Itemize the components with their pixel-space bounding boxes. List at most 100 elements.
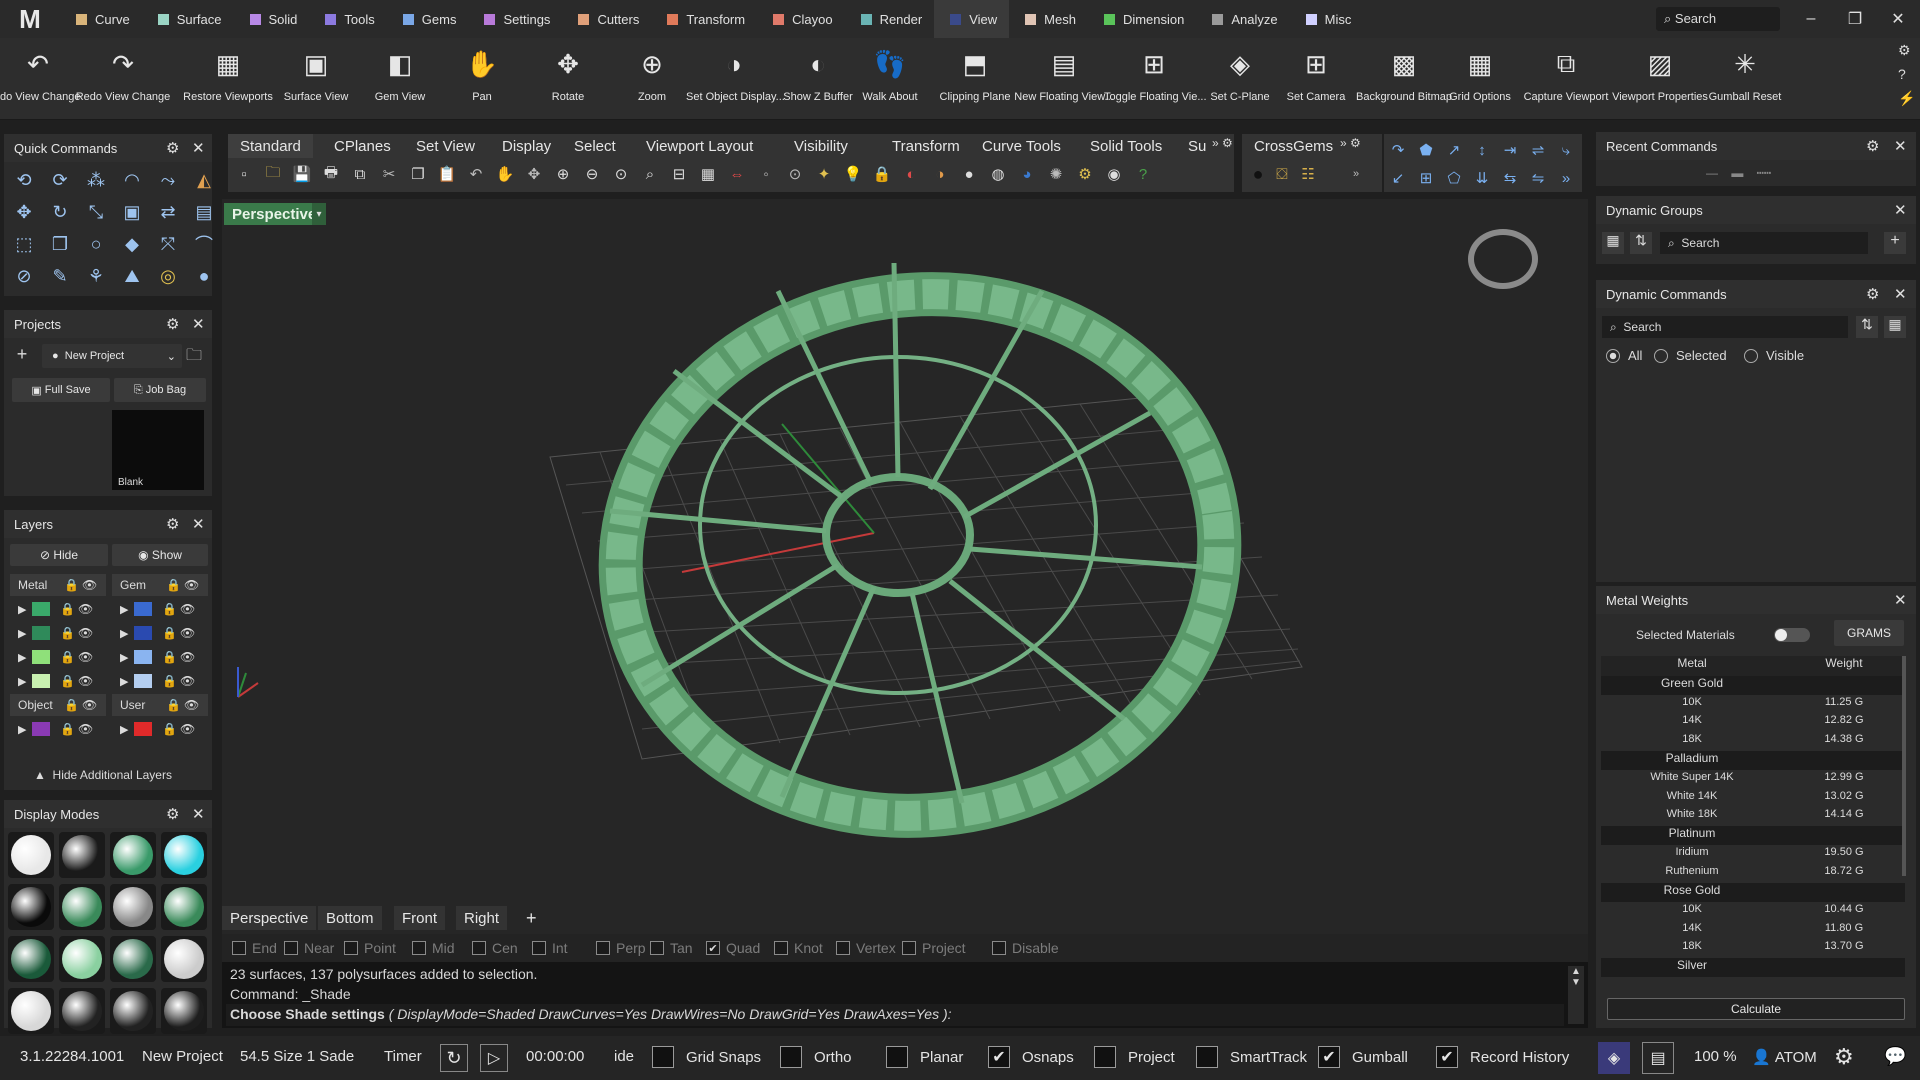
toolbar-icon-19[interactable]: ⊙ — [785, 164, 805, 184]
radio-selected[interactable]: Selected — [1654, 348, 1727, 363]
osnap-checkbox[interactable] — [412, 941, 426, 955]
layer-group-user[interactable]: User 🔒 👁 — [112, 694, 208, 716]
expand-icon[interactable]: ▶ — [18, 723, 26, 736]
toolbar-icon-3[interactable]: 🖶 — [321, 164, 341, 184]
osnap-tan[interactable]: Tan — [650, 940, 693, 956]
toolbar-icon-14[interactable]: ⌕ — [640, 164, 660, 184]
full-save-button[interactable]: ▣ Full Save — [12, 378, 110, 402]
status-toggle-record-history[interactable]: ✔ Record History — [1436, 1046, 1569, 1068]
metal-weight-row[interactable]: Iridium 19.50 G — [1601, 846, 1905, 864]
osnap-checkbox[interactable] — [836, 941, 850, 955]
gear-icon[interactable]: ⚙ — [1866, 137, 1879, 155]
group-icon[interactable]: ⁂ — [82, 166, 110, 194]
ribbon-button-5[interactable]: ✋ Pan — [450, 46, 514, 116]
viewport-tab-perspective[interactable]: Perspective — [222, 906, 317, 930]
layer-color-swatch[interactable] — [134, 674, 152, 688]
status-checkbox[interactable] — [1094, 1046, 1116, 1068]
display-mode-swatch[interactable] — [110, 832, 156, 878]
menu-tab-misc[interactable]: Misc — [1290, 0, 1364, 38]
menu-tab-view[interactable]: View — [934, 0, 1010, 38]
osnap-perp[interactable]: Perp — [596, 940, 646, 956]
curve-icon[interactable]: ⤳ — [154, 166, 182, 194]
circle-icon[interactable]: ○ — [82, 230, 110, 258]
toolbar-tab-3[interactable]: Display — [490, 134, 563, 158]
ribbon-button-3[interactable]: ▣ Surface View — [278, 46, 354, 116]
command-scrollbar[interactable]: ▲ ▼ — [1568, 966, 1584, 1024]
toolbar-icon-15[interactable]: ⊟ — [669, 164, 689, 184]
menu-tab-solid[interactable]: Solid — [234, 0, 310, 38]
lock-icon[interactable]: 🔒 — [60, 602, 75, 616]
close-icon[interactable]: ✕ — [192, 805, 205, 823]
toolbar-tab-1[interactable]: CPlanes — [322, 134, 403, 158]
display-mode-swatch[interactable] — [110, 936, 156, 982]
toolbar-icon-5[interactable]: ✂ — [379, 164, 399, 184]
command-options[interactable]: ( DisplayMode=Shaded DrawCurves=Yes Draw… — [389, 1006, 952, 1022]
toolbar-icon-20[interactable]: ✦ — [814, 164, 834, 184]
status-checkbox[interactable] — [780, 1046, 802, 1068]
gumball-icon-7[interactable]: ↙ — [1388, 168, 1408, 188]
selected-materials-toggle[interactable] — [1774, 628, 1810, 642]
status-toggle-ortho[interactable]: Ortho — [780, 1046, 852, 1068]
array-icon[interactable]: ▤ — [190, 198, 218, 226]
ribbon-button-17[interactable]: ▦ Grid Options — [1448, 46, 1512, 116]
more-icon[interactable]: » — [1346, 164, 1366, 184]
osnap-checkbox[interactable] — [596, 941, 610, 955]
ribbon-button-16[interactable]: ▩ Background Bitmap — [1352, 46, 1456, 116]
toolbar-tab-10[interactable]: Su — [1176, 134, 1218, 158]
sliders-icon[interactable]: ☷ — [1298, 164, 1318, 184]
status-checkbox[interactable] — [1196, 1046, 1218, 1068]
osnap-project[interactable]: Project — [902, 940, 966, 956]
timer-reset-icon[interactable]: ↻ — [440, 1044, 468, 1072]
toolbar-tab-8[interactable]: Curve Tools — [970, 134, 1073, 158]
eye-icon[interactable]: 👁 — [180, 674, 195, 688]
osnap-near[interactable]: Near — [284, 940, 334, 956]
lightning-icon[interactable]: ⚡ — [1898, 90, 1915, 107]
show-layers-button[interactable]: ◉ Show — [112, 544, 208, 566]
close-icon[interactable]: ✕ — [192, 315, 205, 333]
box-icon[interactable]: ▣ — [118, 198, 146, 226]
arc-icon[interactable]: ◠ — [118, 166, 146, 194]
osnap-checkbox[interactable] — [284, 941, 298, 955]
toolbar-icon-25[interactable]: ● — [959, 164, 979, 184]
ribbon-button-6[interactable]: ✥ Rotate — [528, 46, 608, 116]
metal-weight-row[interactable]: White 14K 13.02 G — [1601, 790, 1905, 808]
status-toggle-gumball[interactable]: ✔ Gumball — [1318, 1046, 1408, 1068]
close-icon[interactable]: ✕ — [1894, 201, 1907, 219]
hide-additional-layers[interactable]: ▲ Hide Additional Layers — [34, 768, 172, 782]
timer-play-icon[interactable]: ▷ — [480, 1044, 508, 1072]
sort-icon[interactable]: ⇅ — [1856, 316, 1878, 338]
menu-tab-dimension[interactable]: Dimension — [1088, 0, 1196, 38]
menu-tab-surface[interactable]: Surface — [142, 0, 234, 38]
metal-group-row[interactable]: Green Gold — [1601, 676, 1905, 695]
ribbon-button-15[interactable]: ⊞ Set Camera — [1280, 46, 1352, 116]
toolbar-icon-26[interactable]: ◍ — [988, 164, 1008, 184]
gumball-icon-0[interactable]: ↷ — [1388, 140, 1408, 160]
toolbar-icon-10[interactable]: ✥ — [524, 164, 544, 184]
toolbar-icon-6[interactable]: ❐ — [408, 164, 428, 184]
osnap-checkbox[interactable] — [650, 941, 664, 955]
expand-icon[interactable]: ▶ — [120, 723, 128, 736]
select-icon[interactable]: ⬚ — [10, 230, 38, 258]
ribbon-button-20[interactable]: ✳ Gumball Reset — [1700, 46, 1790, 116]
job-bag-button[interactable]: ⎘ Job Bag — [114, 378, 206, 402]
gear-icon[interactable]: ⚙ — [166, 315, 179, 333]
lock-icon[interactable]: 🔒 — [60, 722, 75, 736]
lock-icon[interactable]: 🔒 — [162, 650, 177, 664]
radio-button[interactable] — [1744, 348, 1758, 363]
render-icon[interactable]: ⛰ — [118, 262, 146, 290]
lock-icon[interactable]: 🔒 — [166, 698, 181, 712]
metal-group-row[interactable]: Silver — [1601, 958, 1905, 978]
ribbon-button-1[interactable]: ↷ Redo View Change — [70, 46, 176, 116]
display-mode-swatch[interactable] — [161, 884, 207, 930]
display-mode-swatch[interactable] — [161, 988, 207, 1034]
dynamic-groups-search[interactable]: ⌕ Search — [1660, 232, 1868, 254]
lock-icon[interactable]: 🔒 — [60, 674, 75, 688]
status-checkbox[interactable]: ✔ — [988, 1046, 1010, 1068]
scale-icon[interactable]: ⤡ — [82, 198, 110, 226]
close-icon[interactable]: ✕ — [192, 139, 205, 157]
viewport-tab-bottom[interactable]: Bottom — [318, 906, 382, 930]
close-icon[interactable]: ✕ — [1894, 137, 1907, 155]
notes-icon[interactable]: ▤ — [1642, 1042, 1674, 1074]
eye-icon[interactable]: 👁 — [180, 626, 195, 640]
status-toggle-osnaps[interactable]: ✔ Osnaps — [988, 1046, 1074, 1068]
